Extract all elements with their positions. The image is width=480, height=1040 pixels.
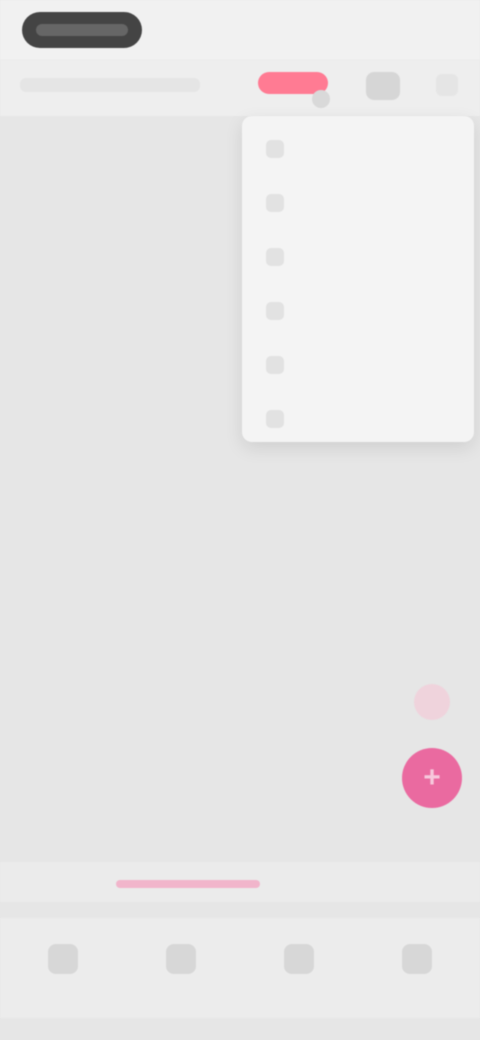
nav-item-3[interactable] (254, 936, 344, 1006)
menu-item-icon (266, 302, 284, 320)
menu-item-2[interactable] (242, 176, 474, 230)
profile-icon[interactable] (366, 72, 400, 100)
more-options-icon[interactable] (436, 74, 458, 96)
menu-item-icon (266, 140, 284, 158)
menu-item-icon (266, 356, 284, 374)
pill-inner (36, 24, 128, 36)
status-bar (0, 0, 480, 60)
menu-item-4[interactable] (242, 284, 474, 338)
dynamic-island (22, 12, 142, 48)
nav-item-2[interactable] (136, 936, 226, 1006)
bottom-navigation (0, 918, 480, 1018)
nav-item-1[interactable] (18, 936, 108, 1006)
nav-icon (166, 944, 196, 974)
header-subtitle (20, 78, 200, 92)
menu-item-icon (266, 194, 284, 212)
menu-item-1[interactable] (242, 122, 474, 176)
plus-icon: + (423, 761, 441, 794)
nav-icon (402, 944, 432, 974)
nav-icon (48, 944, 78, 974)
menu-item-3[interactable] (242, 230, 474, 284)
badge-dot-icon (312, 90, 330, 108)
menu-item-icon (266, 410, 284, 428)
add-fab-button[interactable]: + (402, 748, 462, 808)
menu-item-5[interactable] (242, 338, 474, 392)
secondary-fab-button[interactable] (414, 684, 450, 720)
active-tab-indicator (116, 880, 260, 888)
dropdown-menu (242, 116, 474, 442)
menu-item-6[interactable] (242, 392, 474, 446)
menu-item-icon (266, 248, 284, 266)
nav-item-4[interactable] (372, 936, 462, 1006)
nav-icon (284, 944, 314, 974)
top-header (0, 60, 480, 116)
sub-tabs (0, 862, 480, 902)
